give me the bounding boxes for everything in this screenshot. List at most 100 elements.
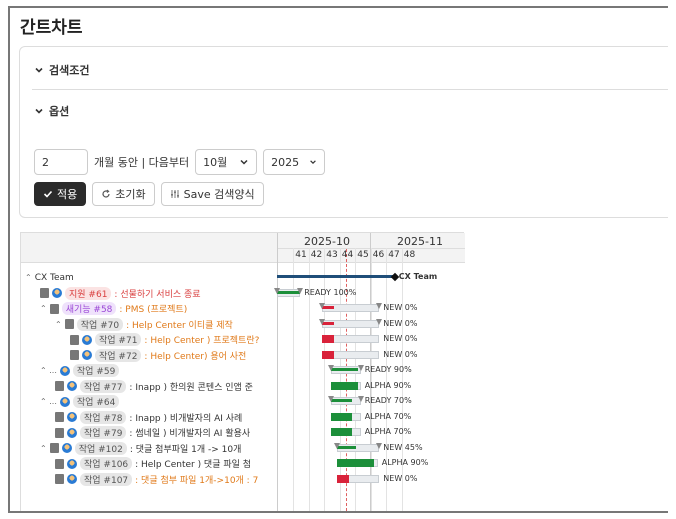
- reset-label: 초기화: [115, 188, 146, 201]
- issue-badge[interactable]: 작업 #102: [74, 441, 127, 455]
- task-row[interactable]: 작업 #71: Help Center ) 프로젝트란?: [70, 333, 273, 346]
- task-title[interactable]: : Help Center ) 프로젝트란?: [144, 333, 259, 346]
- issue-badge[interactable]: 작업 #59: [72, 364, 120, 377]
- avatar-icon: [67, 427, 77, 438]
- options-row: 2 개월 동안 | 다음부터 10월 2025: [34, 149, 326, 175]
- task-row[interactable]: ⌃ ... 작업 #64: [40, 395, 273, 408]
- document-icon: [70, 350, 79, 360]
- avatar-icon: [67, 458, 77, 469]
- task-title[interactable]: : Help Center ) 댓글 파일 첨: [135, 457, 251, 470]
- task-row[interactable]: ⌃ 작업 #70: Help Center 이티클 제작: [55, 317, 273, 331]
- gantt-chart: 2025-10 2025-11 41 42 43 44 45 46 47 48 ⌃ CX Team 지원…: [20, 232, 465, 511]
- document-icon: [55, 474, 64, 484]
- milestone-marker: [376, 303, 383, 309]
- year-select[interactable]: 2025: [263, 149, 326, 175]
- apply-button[interactable]: 적용: [34, 182, 87, 206]
- bar-status-label: ALPHA 90%: [364, 380, 412, 390]
- issue-badge[interactable]: 작업 #77: [80, 379, 127, 393]
- task-row[interactable]: 작업 #72: Help Center) 용어 사전: [70, 348, 273, 362]
- collapse-toggle[interactable]: ⌃: [55, 320, 62, 329]
- avatar-icon: [67, 381, 77, 391]
- task-row[interactable]: 작업 #106: Help Center ) 댓글 파일 첨: [55, 457, 273, 470]
- task-row[interactable]: ⌃ 새기능 #58: PMS (프로젝트): [40, 302, 273, 315]
- document-icon: [70, 334, 79, 345]
- collapse-toggle[interactable]: ⌃ ...: [40, 366, 57, 375]
- issue-badge[interactable]: 작업 #71: [95, 333, 142, 346]
- milestone-marker: [328, 396, 335, 402]
- milestone-marker: [357, 365, 364, 371]
- task-title[interactable]: : 댓글 첨부 파일 1개->10개 : 7: [135, 473, 258, 486]
- avatar-icon: [67, 474, 77, 484]
- issue-badge[interactable]: 새기능 #58: [61, 302, 117, 315]
- task-title[interactable]: : Inapp ) 비개발자의 AI 사례: [129, 411, 242, 424]
- bar-status-label: ALPHA 70%: [364, 427, 412, 436]
- milestone-marker: [318, 303, 325, 309]
- task-bar-progress: [337, 474, 350, 483]
- save-query-label: Save 검색양식: [183, 188, 255, 201]
- task-row[interactable]: 작업 #107: 댓글 첨부 파일 1개->10개 : 7: [55, 472, 273, 486]
- months-input[interactable]: 2: [34, 149, 88, 175]
- apply-label: 적용: [57, 188, 78, 201]
- task-title[interactable]: : Help Center) 용어 사전: [144, 349, 246, 362]
- document-icon: [49, 303, 59, 314]
- week-label: 47: [388, 250, 400, 260]
- collapse-toggle[interactable]: ⌃ ...: [40, 397, 57, 406]
- button-row: 적용 초기화 Save 검색양식: [34, 182, 264, 206]
- options-toggle[interactable]: 옵션: [34, 103, 69, 119]
- page-title: 간트차트: [20, 18, 83, 38]
- task-row[interactable]: ⌃ CX Team: [25, 271, 273, 284]
- save-query-button[interactable]: Save 검색양식: [160, 182, 264, 206]
- collapse-toggle[interactable]: ⌃: [25, 273, 32, 282]
- issue-badge[interactable]: 작업 #64: [72, 395, 120, 408]
- search-conditions-toggle[interactable]: 검색조건: [34, 62, 89, 78]
- task-title[interactable]: : PMS (프로젝트): [119, 302, 187, 315]
- bar-status-label: NEW 0%: [383, 303, 418, 312]
- year-select-value: 2025: [271, 155, 300, 169]
- milestone-marker: [297, 287, 304, 294]
- month-select[interactable]: 10월: [195, 149, 258, 175]
- collapse-toggle[interactable]: ⌃: [40, 444, 47, 453]
- search-conditions-label: 검색조건: [49, 64, 90, 77]
- task-row[interactable]: ⌃ 작업 #102: 댓글 첨부파일 1개 -> 10개: [40, 441, 273, 455]
- task-title[interactable]: : Inapp ) 한의원 콘텐스 인앱 준: [129, 380, 253, 393]
- reset-button[interactable]: 초기화: [92, 182, 155, 206]
- week-label: 43: [326, 250, 338, 260]
- bar-status-label: NEW 0%: [383, 318, 418, 328]
- issue-badge[interactable]: 작업 #107: [80, 472, 133, 486]
- document-icon: [49, 443, 59, 453]
- avatar-icon: [52, 288, 62, 298]
- task-row[interactable]: 지원 #61: 선물하기 서비스 종료: [40, 286, 273, 300]
- filter-panel: 검색조건 옵션 2 개월 동안 | 다음부터 10월 2025 적용 초기화 S…: [19, 46, 668, 218]
- task-title[interactable]: : Help Center 이티클 제작: [126, 318, 233, 331]
- task-bar-progress: [331, 428, 352, 436]
- task-title[interactable]: : 썸네일 ) 비개발자의 AI 활용사: [129, 426, 250, 439]
- bar-status-label: NEW 0%: [383, 473, 418, 483]
- issue-badge[interactable]: 작업 #72: [95, 348, 142, 362]
- task-row[interactable]: 작업 #79: 썸네일 ) 비개발자의 AI 활용사: [55, 426, 273, 439]
- task-row[interactable]: 작업 #77: Inapp ) 한의원 콘텐스 인앱 준: [55, 379, 273, 393]
- sliders-icon: [170, 190, 179, 198]
- week-label: 44: [341, 250, 354, 260]
- milestone-marker: [376, 442, 383, 449]
- task-title[interactable]: CX Team: [35, 273, 74, 283]
- issue-badge[interactable]: 지원 #61: [65, 286, 112, 300]
- task-row[interactable]: ⌃ ... 작업 #59: [40, 364, 273, 377]
- group-bar[interactable]: [277, 275, 395, 278]
- task-bar-progress: [331, 381, 358, 390]
- issue-badge[interactable]: 작업 #70: [76, 317, 124, 331]
- issue-badge[interactable]: 작업 #78: [80, 410, 127, 424]
- document-icon: [40, 288, 49, 298]
- milestone-marker: [318, 318, 325, 325]
- avatar-icon: [82, 350, 92, 360]
- bar-status-label: READY 100%: [304, 287, 357, 297]
- issue-badge[interactable]: 작업 #79: [80, 426, 127, 439]
- month-select-value: 10월: [203, 156, 228, 169]
- task-row[interactable]: 작업 #78: Inapp ) 비개발자의 AI 사례: [55, 410, 273, 424]
- issue-badge[interactable]: 작업 #106: [80, 457, 133, 470]
- collapse-toggle[interactable]: ⌃: [40, 304, 47, 313]
- task-bar-progress: [331, 412, 352, 421]
- task-title[interactable]: : 댓글 첨부파일 1개 -> 10개: [130, 442, 242, 455]
- bar-status-label: ALPHA 70%: [364, 411, 412, 421]
- task-title[interactable]: : 선물하기 서비스 종료: [114, 287, 200, 300]
- chevron-down-icon: [310, 160, 316, 165]
